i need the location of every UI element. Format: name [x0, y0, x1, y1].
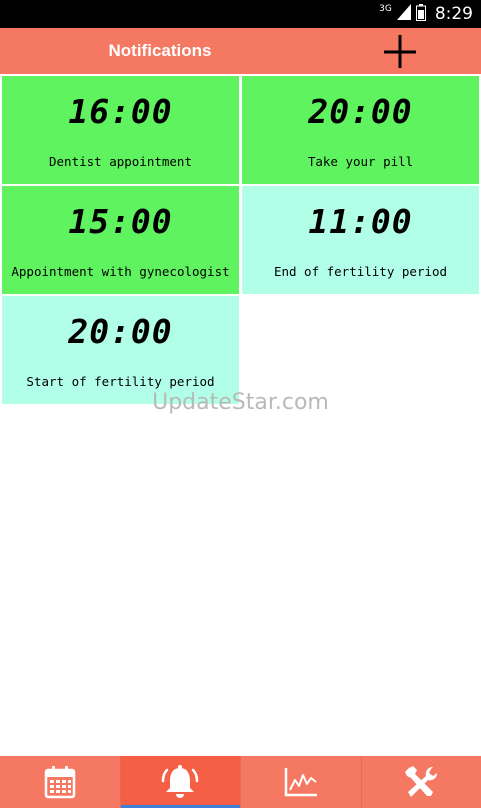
- network-type: 3G: [379, 4, 392, 14]
- notification-tile[interactable]: 16:00 Dentist appointment: [2, 76, 239, 184]
- notification-tile[interactable]: 11:00 End of fertility period: [242, 186, 479, 294]
- page-title: Notifications: [108, 41, 212, 60]
- notification-time: 16:00: [68, 92, 173, 131]
- tools-icon: [405, 766, 438, 797]
- nav-settings[interactable]: [362, 756, 481, 808]
- nav-notifications[interactable]: [120, 756, 241, 808]
- signal-icon: [396, 4, 411, 24]
- plus-icon: [384, 35, 416, 68]
- notification-time: 15:00: [68, 202, 173, 241]
- bottom-nav: [0, 756, 481, 808]
- nav-chart[interactable]: [241, 756, 362, 808]
- notification-tile[interactable]: 20:00 Start of fertility period: [2, 296, 239, 404]
- battery-icon: [415, 3, 426, 25]
- notification-label: Take your pill: [307, 154, 414, 169]
- notification-tile[interactable]: 20:00 Take your pill: [242, 76, 479, 184]
- notification-label: Dentist appointment: [49, 154, 192, 169]
- status-bar: 3G 8:29: [0, 0, 481, 28]
- chart-icon: [284, 768, 317, 797]
- status-clock: 8:29: [434, 4, 473, 24]
- notification-time: 11:00: [308, 202, 413, 241]
- notification-label: Appointment with gynecologist: [11, 264, 230, 279]
- notification-time: 20:00: [68, 312, 173, 351]
- notification-time: 20:00: [308, 92, 413, 131]
- notification-label: Start of fertility period: [26, 374, 215, 389]
- add-notification-button[interactable]: [376, 31, 424, 71]
- calendar-icon: [44, 766, 75, 799]
- notification-tile[interactable]: 15:00 Appointment with gynecologist: [2, 186, 239, 294]
- notification-label: End of fertility period: [273, 264, 448, 279]
- status-icons: 3G 8:29: [379, 3, 473, 25]
- watermark: UpdateStar.com: [152, 390, 329, 415]
- bell-icon: [162, 765, 199, 798]
- nav-calendar[interactable]: [0, 756, 121, 808]
- app-bar: Notifications: [0, 28, 481, 74]
